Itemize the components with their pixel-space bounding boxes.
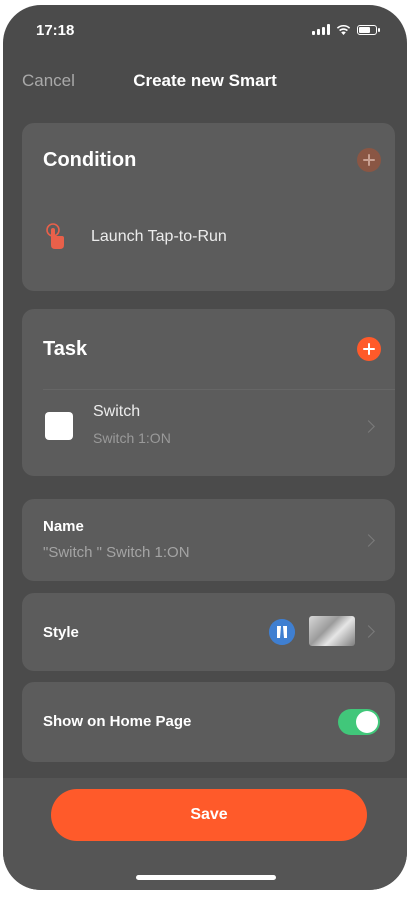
signal-icon bbox=[312, 24, 330, 35]
task-title: Task bbox=[43, 338, 88, 360]
tap-hand-icon bbox=[46, 223, 64, 249]
battery-icon bbox=[357, 24, 380, 35]
style-background-thumbnail bbox=[309, 616, 355, 646]
home-page-label: Show on Home Page bbox=[43, 713, 192, 730]
home-page-row: Show on Home Page bbox=[22, 682, 395, 762]
chevron-right-icon bbox=[362, 625, 375, 638]
name-value: "Switch " Switch 1:ON bbox=[43, 544, 190, 561]
status-time: 17:18 bbox=[36, 22, 75, 39]
bottom-bar: Save bbox=[3, 778, 407, 890]
page-title: Create new Smart bbox=[133, 71, 277, 90]
wifi-icon bbox=[336, 24, 351, 35]
task-item-detail: Switch 1:ON bbox=[93, 430, 171, 446]
chevron-right-icon bbox=[362, 420, 375, 433]
status-icons bbox=[312, 24, 380, 35]
home-page-toggle[interactable] bbox=[338, 709, 380, 735]
add-task-button[interactable] bbox=[357, 337, 381, 361]
task-item[interactable]: Switch Switch 1:ON bbox=[43, 397, 395, 457]
task-divider bbox=[43, 389, 395, 390]
name-label: Name bbox=[43, 518, 84, 535]
home-indicator bbox=[136, 875, 276, 880]
condition-item[interactable]: Launch Tap-to-Run bbox=[43, 223, 227, 251]
task-item-name: Switch bbox=[93, 403, 141, 420]
chevron-right-icon bbox=[362, 534, 375, 547]
add-condition-button[interactable] bbox=[357, 148, 381, 172]
nav-bar: Cancel Create new Smart bbox=[3, 63, 407, 103]
style-icon bbox=[269, 619, 295, 645]
name-row[interactable]: Name "Switch " Switch 1:ON bbox=[22, 499, 395, 581]
toggle-knob bbox=[356, 711, 378, 733]
save-button[interactable]: Save bbox=[51, 789, 367, 841]
condition-card: Condition Launch Tap-to-Run bbox=[22, 123, 395, 291]
style-label: Style bbox=[43, 624, 79, 641]
status-bar: 17:18 bbox=[3, 5, 407, 55]
condition-item-label: Launch Tap-to-Run bbox=[91, 228, 227, 245]
phone-screen: 17:18 Cancel Create new Smart Condition bbox=[3, 5, 407, 890]
condition-title: Condition bbox=[43, 149, 137, 171]
task-card: Task Switch Switch 1:ON bbox=[22, 309, 395, 476]
device-icon bbox=[45, 412, 73, 440]
style-row[interactable]: Style bbox=[22, 593, 395, 671]
